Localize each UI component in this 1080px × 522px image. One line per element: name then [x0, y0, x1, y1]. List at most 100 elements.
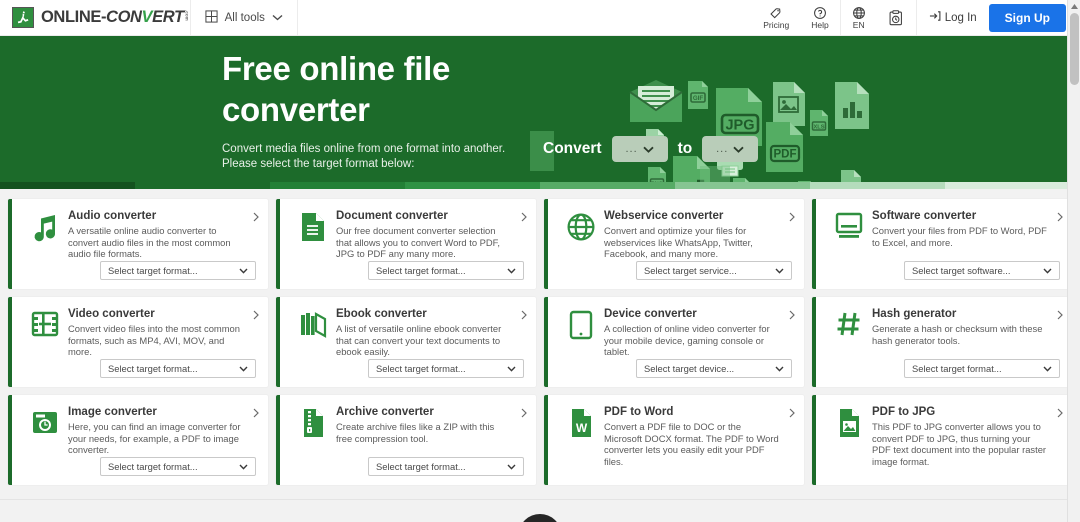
bottom-widget-handle[interactable] — [519, 514, 561, 522]
chevron-down-icon — [733, 146, 744, 153]
card-webservice-converter[interactable]: Webservice converter Convert and optimiz… — [544, 199, 804, 289]
login-label: Log In — [944, 11, 977, 24]
chevron-down-icon — [507, 366, 516, 372]
tablet-icon — [558, 308, 604, 377]
card-document-converter[interactable]: Document converter Our free document con… — [276, 199, 536, 289]
image-file-icon — [826, 406, 872, 475]
card-select-value: Select target format... — [108, 363, 198, 374]
chevron-right-icon — [1057, 209, 1063, 227]
logo-wordmark: ONLINE - CON V ERT .com — [41, 8, 190, 27]
card-target-select[interactable]: Select target software... — [904, 261, 1060, 280]
scroll-up-arrow-icon[interactable] — [1068, 0, 1080, 13]
card-target-select[interactable]: Select target format... — [368, 457, 524, 476]
signup-button[interactable]: Sign Up — [988, 3, 1066, 32]
card-target-select[interactable]: Select target format... — [100, 457, 256, 476]
card-target-select[interactable]: Select target format... — [368, 261, 524, 280]
card-title: Image converter — [68, 406, 157, 418]
card-description: Convert your files from PDF to Word, PDF… — [872, 225, 1047, 248]
xls-file-icon: XLS — [807, 109, 831, 142]
card-software-converter[interactable]: Software converter Convert your files fr… — [812, 199, 1072, 289]
page-scrollbar[interactable] — [1067, 0, 1080, 522]
header-item-language[interactable]: EN — [841, 0, 877, 36]
card-target-select[interactable]: Select target format... — [100, 359, 256, 378]
chevron-down-icon — [775, 268, 784, 274]
login-button[interactable]: Log In — [917, 10, 989, 25]
card-title: PDF to Word — [604, 406, 674, 418]
target-format-value: ... — [716, 143, 729, 155]
logo-part-con: CON — [106, 8, 142, 26]
card-description: Convert and optimize your files for webs… — [604, 225, 753, 260]
site-logo[interactable]: ONLINE - CON V ERT .com — [0, 7, 190, 28]
chevron-right-icon — [789, 209, 795, 227]
all-tools-label: All tools — [224, 11, 265, 24]
logo-part-online: ONLINE — [41, 8, 101, 26]
card-description: Here, you can find an image converter fo… — [68, 421, 241, 456]
logo-domain-suffix: .com — [184, 10, 190, 21]
card-select-value: Select target format... — [912, 363, 1002, 374]
card-title: Audio converter — [68, 210, 157, 222]
login-arrow-icon — [929, 10, 941, 25]
card-audio-converter[interactable]: Audio converter A versatile online audio… — [8, 199, 268, 289]
chevron-down-icon — [1043, 268, 1052, 274]
card-pdf-to-word[interactable]: W PDF to Word Convert a PDF file to DOC … — [544, 395, 804, 485]
word-file-icon: W — [558, 406, 604, 475]
card-title: Video converter — [68, 308, 155, 320]
card-target-select[interactable]: Select target service... — [636, 261, 792, 280]
header-item-history[interactable] — [877, 0, 916, 36]
header-item-help[interactable]: Help — [800, 0, 839, 36]
hero-title-line2: converter — [222, 91, 370, 128]
chevron-down-icon — [643, 146, 654, 153]
card-title: Hash generator — [872, 308, 957, 320]
card-target-select[interactable]: Select target device... — [636, 359, 792, 378]
card-device-converter[interactable]: Device converter A collection of online … — [544, 297, 804, 387]
hero-convert-控件: Convert ... to ... — [543, 136, 759, 162]
chevron-right-icon — [253, 405, 259, 423]
card-target-select[interactable]: Select target format... — [368, 359, 524, 378]
chart-file-icon — [832, 81, 872, 135]
card-title: Ebook converter — [336, 308, 427, 320]
hero-to-label: to — [677, 140, 693, 157]
card-target-select[interactable]: Select target format... — [904, 359, 1060, 378]
card-description: A collection of online video converter f… — [604, 323, 770, 358]
card-select-value: Select target service... — [644, 265, 737, 276]
card-video-converter[interactable]: Video converter Convert video files into… — [8, 297, 268, 387]
all-tools-menu[interactable]: All tools — [191, 0, 297, 36]
chevron-right-icon — [521, 209, 527, 227]
svg-text:GIF: GIF — [693, 95, 704, 102]
svg-text:XLS: XLS — [813, 125, 824, 131]
card-target-select[interactable]: Select target format... — [100, 261, 256, 280]
hero-title-line1: Free online file — [222, 50, 451, 87]
logo-part-ert: ERT — [152, 8, 184, 26]
site-header: ONLINE - CON V ERT .com All tools Pricin… — [0, 0, 1080, 36]
card-description: Generate a hash or checksum with these h… — [872, 323, 1043, 346]
page-root: ONLINE - CON V ERT .com All tools Pricin… — [0, 0, 1080, 522]
hero-banner: GIF JPG XLS PDF Free online file convert… — [0, 36, 1080, 189]
chevron-down-icon — [239, 464, 248, 470]
hero-convert-label: Convert — [543, 140, 602, 157]
scrollbar-thumb[interactable] — [1070, 13, 1079, 85]
header-item-pricing[interactable]: Pricing — [752, 0, 800, 36]
source-format-value: ... — [625, 143, 638, 155]
hero-subtitle: Convert media files online from one form… — [222, 143, 506, 170]
camera-icon — [22, 406, 68, 475]
header-item-pricing-label: Pricing — [763, 19, 790, 30]
card-hash-generator[interactable]: Hash generator Generate a hash or checks… — [812, 297, 1072, 387]
target-format-dropdown[interactable]: ... — [702, 136, 759, 162]
card-image-converter[interactable]: Image converter Here, you can find an im… — [8, 395, 268, 485]
chevron-down-icon — [239, 268, 248, 274]
source-format-dropdown[interactable]: ... — [611, 136, 668, 162]
card-select-value: Select target format... — [376, 461, 466, 472]
zip-file-icon — [290, 406, 336, 475]
logo-mark-icon — [12, 7, 34, 28]
logo-part-v: V — [141, 8, 153, 26]
card-pdf-to-jpg[interactable]: PDF to JPG This PDF to JPG converter all… — [812, 395, 1072, 485]
chevron-right-icon — [521, 307, 527, 325]
header-actions: Pricing Help EN Log In Sign Up — [752, 0, 1080, 36]
chevron-right-icon — [521, 405, 527, 423]
card-archive-converter[interactable]: Archive converter Create archive files l… — [276, 395, 536, 485]
card-select-value: Select target format... — [376, 265, 466, 276]
svg-text:W: W — [576, 421, 588, 435]
clipboard-clock-icon — [888, 9, 905, 27]
grid-icon — [205, 9, 218, 26]
card-ebook-converter[interactable]: Ebook converter A list of versatile onli… — [276, 297, 536, 387]
